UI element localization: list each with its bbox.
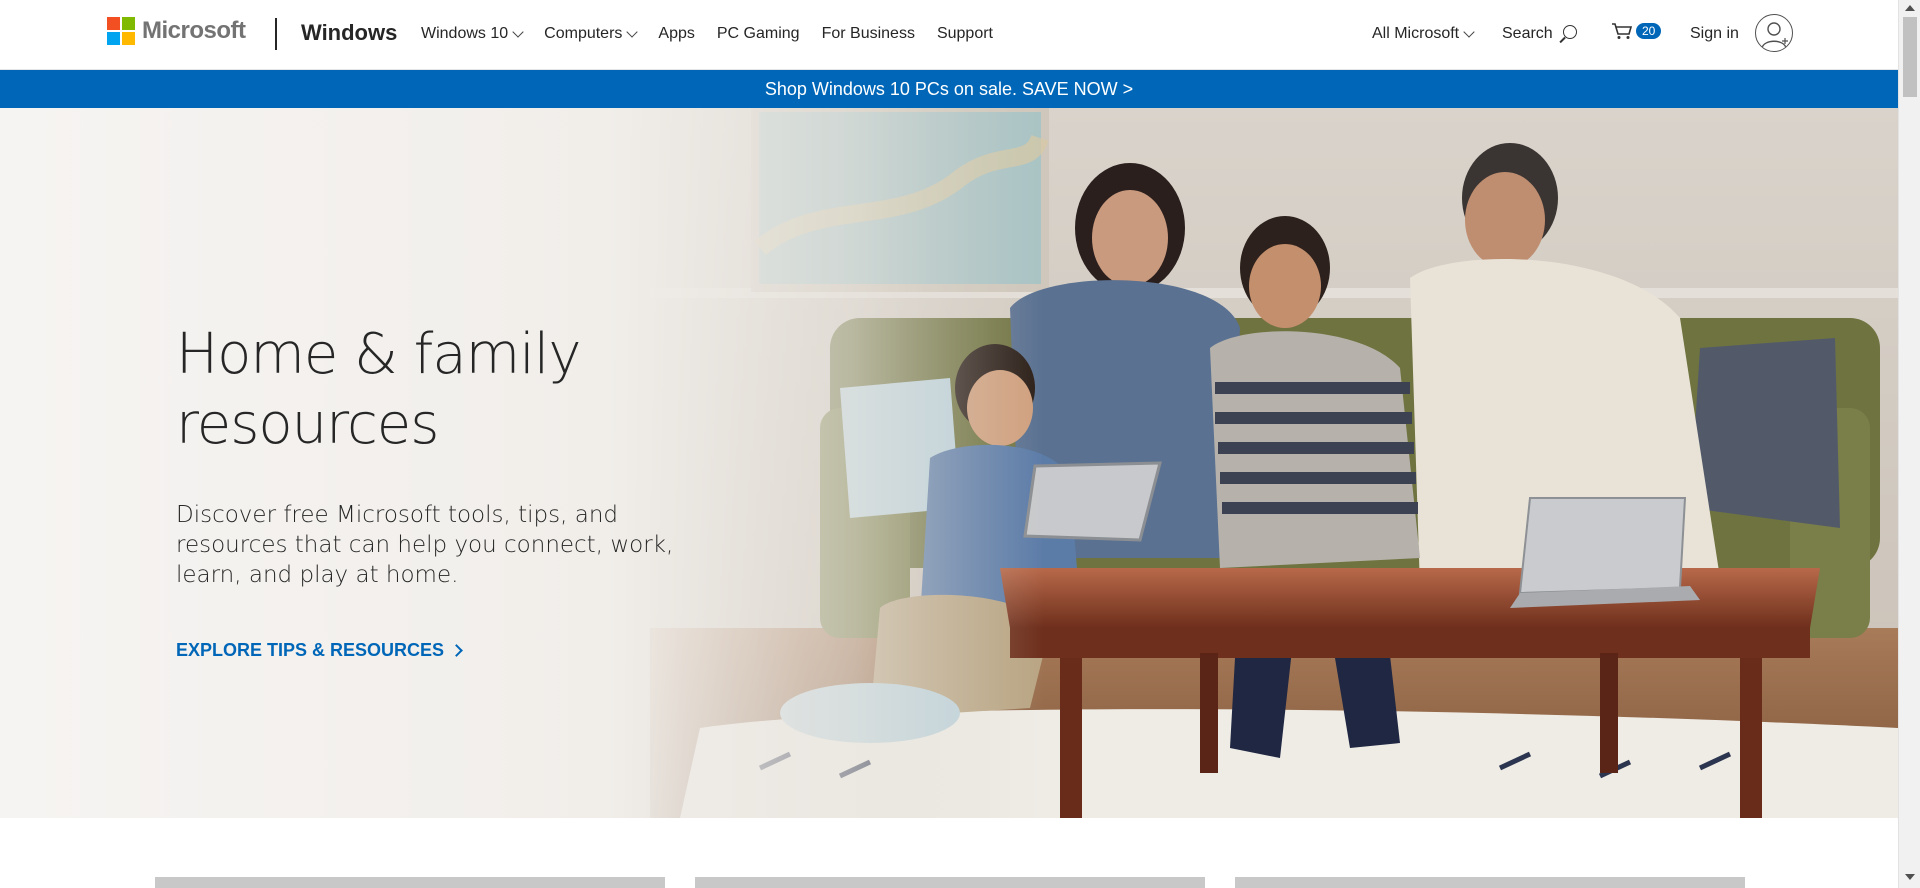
cart-button[interactable]: 20 bbox=[1611, 22, 1662, 40]
card-3-image[interactable] bbox=[1235, 877, 1745, 888]
promo-banner-link[interactable]: Shop Windows 10 PCs on sale. SAVE NOW > bbox=[0, 70, 1898, 108]
main-nav: Windows 10 Computers Apps PC Gaming For … bbox=[421, 25, 1015, 43]
scroll-up-icon[interactable] bbox=[1905, 5, 1915, 11]
microsoft-wordmark: Microsoft bbox=[142, 17, 246, 44]
hero-description: Discover free Microsoft tools, tips, and… bbox=[176, 502, 674, 588]
card-1-image[interactable] bbox=[155, 877, 665, 888]
nav-for-business[interactable]: For Business bbox=[822, 25, 915, 43]
page-scrollbar[interactable] bbox=[1898, 0, 1920, 888]
nav-computers[interactable]: Computers bbox=[544, 25, 639, 43]
nav-for-business-label: For Business bbox=[821, 25, 915, 42]
search-label: Search bbox=[1502, 25, 1553, 42]
chevron-down-icon bbox=[512, 25, 524, 38]
chevron-down-icon bbox=[1463, 25, 1475, 38]
hero-section: Home & family resources Discover free Mi… bbox=[0, 108, 1898, 818]
card-2-image[interactable] bbox=[695, 877, 1205, 888]
nav-windows-10[interactable]: Windows 10 bbox=[421, 25, 524, 43]
search-button[interactable]: Search bbox=[1502, 25, 1577, 43]
explore-tips-label: EXPLORE TIPS & RESOURCES bbox=[176, 640, 445, 660]
nav-apps[interactable]: Apps bbox=[658, 25, 694, 43]
all-microsoft-label: All Microsoft bbox=[1372, 25, 1460, 42]
nav-pc-gaming-label: PC Gaming bbox=[716, 25, 800, 42]
hero-content: Home & family resources Discover free Mi… bbox=[176, 320, 696, 661]
sign-in-label: Sign in bbox=[1690, 25, 1739, 42]
hero-title: Home & family resources bbox=[176, 320, 696, 460]
scroll-thumb[interactable] bbox=[1903, 17, 1917, 97]
cart-count-badge: 20 bbox=[1636, 23, 1662, 39]
microsoft-logo[interactable]: Microsoft bbox=[107, 17, 246, 45]
promo-text: Shop Windows 10 PCs on sale. SAVE NOW > bbox=[764, 78, 1134, 99]
site-header: Microsoft Windows Windows 10 Computers A… bbox=[0, 0, 1898, 70]
chevron-right-icon bbox=[450, 644, 463, 657]
explore-tips-link[interactable]: EXPLORE TIPS & RESOURCES bbox=[176, 640, 463, 661]
nav-support[interactable]: Support bbox=[937, 25, 993, 43]
sign-in-link[interactable]: Sign in bbox=[1690, 25, 1739, 43]
nav-support-label: Support bbox=[936, 25, 993, 42]
microsoft-logo-icon bbox=[107, 17, 135, 45]
account-icon[interactable] bbox=[1755, 14, 1793, 52]
nav-windows-10-label: Windows 10 bbox=[421, 25, 509, 42]
hero-title-line-2: resources bbox=[176, 392, 439, 457]
nav-pc-gaming[interactable]: PC Gaming bbox=[717, 25, 800, 43]
chevron-down-icon bbox=[626, 25, 639, 38]
cart-icon bbox=[1612, 23, 1633, 39]
brand-windows[interactable]: Windows bbox=[301, 20, 397, 46]
scroll-down-icon[interactable] bbox=[1905, 874, 1915, 880]
header-divider bbox=[275, 18, 277, 50]
nav-computers-label: Computers bbox=[544, 25, 623, 42]
nav-apps-label: Apps bbox=[658, 25, 695, 42]
hero-title-line-1: Home & family bbox=[176, 322, 581, 387]
search-icon bbox=[1562, 25, 1577, 39]
all-microsoft-menu[interactable]: All Microsoft bbox=[1372, 25, 1475, 43]
